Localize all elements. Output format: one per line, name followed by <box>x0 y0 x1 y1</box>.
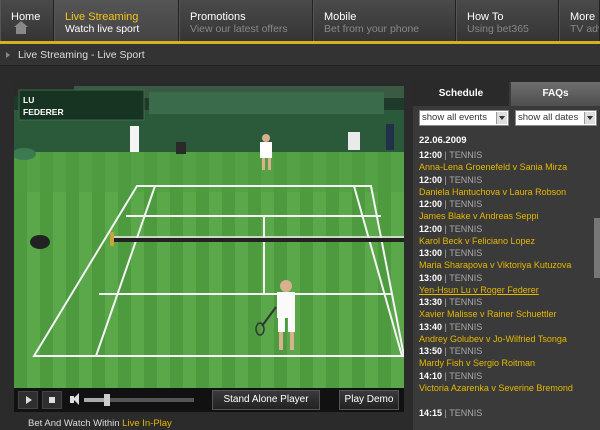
event-time: 14:10 <box>419 370 443 381</box>
nav-item-how-to[interactable]: How To Using bet365 <box>456 0 559 41</box>
list-item[interactable]: 13:30 | TENNIS Xavier Malisse v Rainer S… <box>413 297 600 322</box>
event-time: 12:00 <box>419 150 443 160</box>
nav-item-mobile[interactable]: Mobile Bet from your phone <box>313 0 456 41</box>
schedule-date: 22.06.2009 <box>419 135 467 146</box>
events-filter-select[interactable]: show all events <box>419 110 509 126</box>
video-player[interactable]: LU FEDERER <box>14 82 404 388</box>
breadcrumb-arrow-icon <box>6 52 10 58</box>
nav-item-more[interactable]: More TV adv <box>559 0 600 41</box>
list-item[interactable]: 14:10 | TENNIS Victoria Azarenka v Sever… <box>413 371 600 408</box>
volume-slider-handle[interactable] <box>103 394 110 406</box>
schedule-panel: Schedule FAQs show all events show all d… <box>413 82 600 430</box>
live-in-play-link[interactable]: Live In-Play <box>122 418 172 429</box>
dates-filter-value: show all dates <box>518 112 579 123</box>
list-item[interactable]: 13:00 | TENNIS Yen-Hsun Lu v Roger Feder… <box>413 273 600 298</box>
list-item[interactable]: 13:00 | TENNIS Maria Sharapova v Viktori… <box>413 248 600 273</box>
event-sport: TENNIS <box>449 407 483 418</box>
event-sport: TENNIS <box>449 346 483 356</box>
event-time: 13:30 <box>419 297 443 307</box>
panel-tabs: Schedule FAQs <box>413 82 600 106</box>
stop-button[interactable] <box>42 391 62 409</box>
volume-slider[interactable] <box>84 394 194 406</box>
event-sport: TENNIS <box>449 174 483 185</box>
nav-item-live-streaming-subtitle: Watch live sport <box>65 23 140 35</box>
player-controls: Stand Alone Player Play Demo <box>14 388 404 412</box>
event-time: 13:40 <box>419 321 443 332</box>
event-time: 12:00 <box>419 199 443 209</box>
chevron-down-icon <box>584 112 595 124</box>
event-sport: TENNIS <box>449 321 483 332</box>
event-title[interactable]: Andrey Golubev v Jo-Wilfried Tsonga <box>419 333 600 345</box>
nav-item-mobile-title: Mobile <box>324 11 357 23</box>
volume-fill <box>84 398 106 402</box>
scoreboard-player1: LU <box>23 95 34 105</box>
nav-item-how-to-title: How To <box>467 11 504 23</box>
schedule-scrollbar[interactable] <box>594 218 600 278</box>
events-filter-value: show all events <box>422 112 487 123</box>
event-time: 13:50 <box>419 346 443 356</box>
schedule-list: 12:00 | TENNIS Anna-Lena Groenefeld v Sa… <box>413 150 600 430</box>
event-title[interactable]: Xavier Malisse v Rainer Schuettler <box>419 308 600 320</box>
nav-item-promotions[interactable]: Promotions View our latest offers <box>179 0 313 41</box>
event-title[interactable]: Maria Sharapova v Viktoriya Kutuzova <box>419 259 600 271</box>
schedule-filters: show all events show all dates <box>413 110 600 128</box>
event-sport: TENNIS <box>449 223 483 234</box>
top-nav: Home Live Streaming Watch live sport Pro… <box>0 0 600 44</box>
event-time: 12:00 <box>419 223 443 234</box>
event-title[interactable]: Anna-Lena Groenefeld v Sania Mirza <box>419 161 600 173</box>
event-sport: TENNIS <box>449 199 483 209</box>
nav-item-live-streaming[interactable]: Live Streaming Watch live sport <box>54 0 179 41</box>
dates-filter-select[interactable]: show all dates <box>515 110 597 126</box>
event-title[interactable]: Daniela Hantuchova v Laura Robson <box>419 186 600 198</box>
event-title[interactable]: Karol Beck v Feliciano Lopez <box>419 235 600 247</box>
nav-item-home[interactable]: Home <box>0 0 54 41</box>
volume-icon[interactable] <box>70 393 79 405</box>
chevron-down-icon <box>496 112 507 124</box>
list-item[interactable]: 12:00 | TENNIS James Blake v Andreas Sep… <box>413 199 600 224</box>
footer-note-text: Bet And Watch Within <box>28 418 120 429</box>
event-sport: TENNIS <box>449 297 483 307</box>
event-title[interactable]: Victoria Azarenka v Severine Bremond <box>419 382 589 394</box>
play-demo-button[interactable]: Play Demo <box>339 390 399 410</box>
play-button[interactable] <box>18 391 38 409</box>
stand-alone-player-button[interactable]: Stand Alone Player <box>212 390 320 410</box>
nav-item-more-subtitle: TV adv <box>570 23 600 35</box>
event-sport: TENNIS <box>449 248 483 258</box>
list-item[interactable]: 13:50 | TENNIS Mardy Fish v Sergio Roitm… <box>413 346 600 371</box>
event-sport: TENNIS <box>449 370 483 381</box>
footer-note: Bet And Watch Within Live In-Play <box>28 418 172 429</box>
nav-item-promotions-subtitle: View our latest offers <box>190 23 288 35</box>
list-item[interactable]: 12:00 | TENNIS Anna-Lena Groenefeld v Sa… <box>413 150 600 175</box>
event-sport: TENNIS <box>449 272 483 283</box>
nav-item-promotions-title: Promotions <box>190 11 246 23</box>
event-time: 14:15 <box>419 407 443 418</box>
event-title[interactable]: James Blake v Andreas Seppi <box>419 210 600 222</box>
breadcrumb: Live Streaming - Live Sport <box>0 44 600 66</box>
tab-faqs[interactable]: FAQs <box>511 82 600 106</box>
home-icon <box>14 21 28 34</box>
list-item[interactable]: 12:00 | TENNIS Karol Beck v Feliciano Lo… <box>413 224 600 249</box>
list-item[interactable]: 14:15 | TENNIS <box>413 408 600 430</box>
event-title[interactable]: Yen-Hsun Lu v Roger Federer <box>419 284 600 296</box>
list-item[interactable]: 12:00 | TENNIS Daniela Hantuchova v Laur… <box>413 175 600 200</box>
nav-item-how-to-subtitle: Using bet365 <box>467 23 529 35</box>
event-time: 13:00 <box>419 248 443 258</box>
event-title[interactable]: Mardy Fish v Sergio Roitman <box>419 357 600 369</box>
tab-schedule[interactable]: Schedule <box>413 82 509 106</box>
nav-item-live-streaming-title: Live Streaming <box>65 11 139 23</box>
nav-item-mobile-subtitle: Bet from your phone <box>324 23 420 35</box>
event-time: 13:00 <box>419 272 443 283</box>
nav-item-more-title: More <box>570 11 596 23</box>
event-time: 12:00 <box>419 174 443 185</box>
scoreboard-player2: FEDERER <box>23 107 64 117</box>
breadcrumb-text: Live Streaming - Live Sport <box>18 49 145 61</box>
tennis-court-video-frame: LU FEDERER <box>14 82 404 388</box>
list-item[interactable]: 13:40 | TENNIS Andrey Golubev v Jo-Wilfr… <box>413 322 600 347</box>
event-sport: TENNIS <box>449 150 483 160</box>
